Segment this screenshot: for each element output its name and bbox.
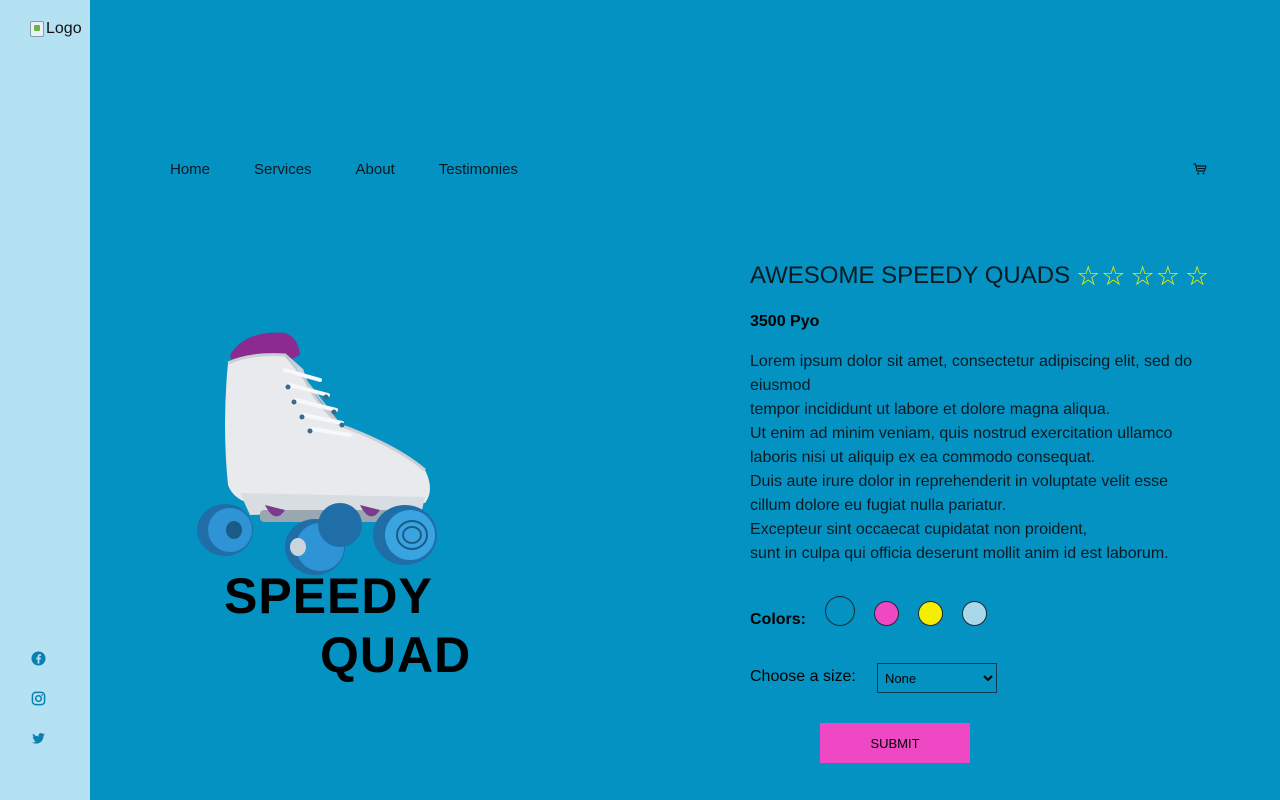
- star-icon[interactable]: ☆: [1185, 262, 1209, 290]
- description-line: Lorem ipsum dolor sit amet, consectetur …: [750, 353, 1192, 394]
- main-nav: Home Services About Testimonies: [170, 161, 562, 178]
- description-line: Excepteur sint occaecat cupidatat non pr…: [750, 521, 1088, 538]
- nav-testimonies[interactable]: Testimonies: [439, 161, 518, 178]
- facebook-link[interactable]: [30, 650, 46, 666]
- submit-button[interactable]: SUBMIT: [820, 723, 970, 763]
- facebook-icon: [30, 650, 46, 666]
- star-icon[interactable]: ☆: [1156, 262, 1180, 290]
- roller-skate-image: [197, 332, 437, 575]
- twitter-link[interactable]: [30, 730, 46, 746]
- logo-alt-text: Logo: [46, 20, 82, 37]
- product-title: AWESOME SPEEDY QUADS: [750, 262, 1071, 289]
- instagram-link[interactable]: [30, 690, 46, 706]
- description-line: Ut enim ad minim veniam, quis nostrud ex…: [750, 425, 1173, 466]
- description-line: Duis aute irure dolor in reprehenderit i…: [750, 473, 1169, 514]
- star-icon[interactable]: ☆: [1076, 262, 1100, 290]
- product-price: 3500 Pyo: [750, 313, 820, 330]
- colors-label: Colors:: [750, 611, 806, 628]
- hero-title-line1: SPEEDY: [224, 568, 433, 624]
- star-icon[interactable]: ☆: [1131, 262, 1155, 290]
- cart-icon[interactable]: [1192, 161, 1208, 177]
- size-label: Choose a size:: [750, 668, 856, 685]
- color-swatch-pink[interactable]: [874, 601, 899, 626]
- description-line: sunt in culpa qui officia deserunt molli…: [750, 545, 1169, 562]
- product-description: Lorem ipsum dolor sit amet, consectetur …: [750, 350, 1200, 566]
- color-swatch-yellow[interactable]: [918, 601, 943, 626]
- nav-services[interactable]: Services: [254, 161, 312, 178]
- logo[interactable]: Logo: [30, 20, 82, 38]
- hero-title-line2: QUAD: [320, 627, 472, 683]
- color-swatch-blue[interactable]: [825, 596, 855, 626]
- instagram-icon: [31, 691, 45, 705]
- nav-home[interactable]: Home: [170, 161, 210, 178]
- broken-image-icon: [30, 21, 44, 37]
- star-icon[interactable]: ☆: [1101, 262, 1125, 290]
- nav-about[interactable]: About: [356, 161, 395, 178]
- sidebar: Logo: [0, 0, 90, 800]
- product-title-row: AWESOME SPEEDY QUADS ☆ ☆ ☆ ☆ ☆: [750, 262, 1210, 290]
- size-select[interactable]: None: [877, 663, 997, 693]
- twitter-icon: [31, 732, 45, 744]
- rating-stars: ☆ ☆ ☆ ☆ ☆: [1076, 262, 1210, 290]
- description-line: tempor incididunt ut labore et dolore ma…: [750, 401, 1111, 418]
- color-swatch-light-blue[interactable]: [962, 601, 987, 626]
